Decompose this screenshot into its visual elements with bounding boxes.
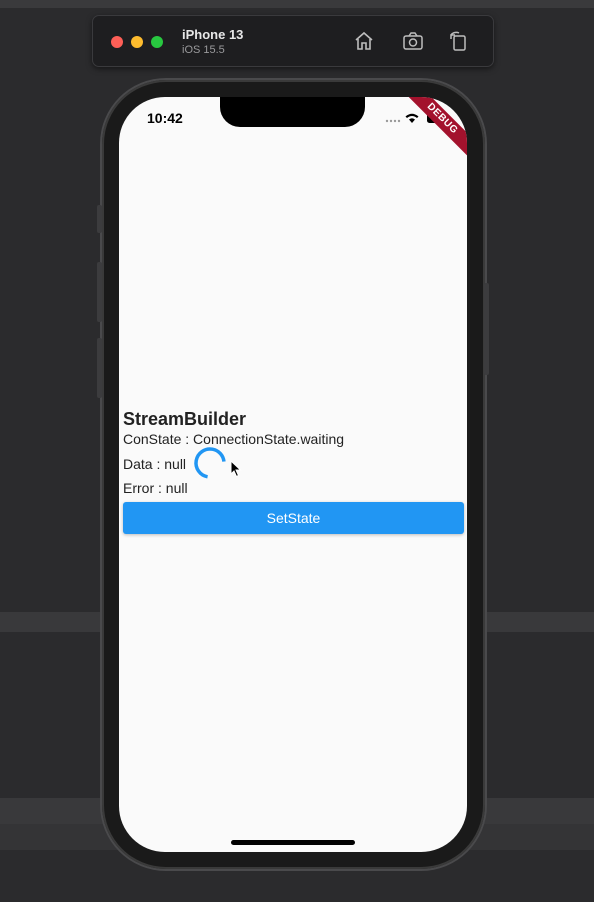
volume-up-button xyxy=(97,262,102,322)
stream-builder-content: StreamBuilder ConState : ConnectionState… xyxy=(123,408,464,534)
connection-state-text: ConState : ConnectionState.waiting xyxy=(123,431,345,447)
close-window-button[interactable] xyxy=(111,36,123,48)
error-text: Error : null xyxy=(123,480,188,496)
home-icon[interactable] xyxy=(353,30,375,52)
mouse-cursor-icon xyxy=(230,459,242,478)
data-text: Data : null xyxy=(123,456,187,472)
wifi-icon xyxy=(405,113,419,123)
device-name: iPhone 13 xyxy=(182,27,244,42)
screenshot-icon[interactable] xyxy=(402,30,424,52)
phone-screen: 10:42 DEBUG StreamBuilder ConState : Con… xyxy=(119,97,467,852)
ide-top-strip xyxy=(0,0,594,8)
cellular-dots-icon xyxy=(385,119,401,123)
setstate-button[interactable]: SetState xyxy=(123,502,464,534)
simulator-toolbar: iPhone 13 iOS 15.5 xyxy=(92,15,494,67)
zoom-window-button[interactable] xyxy=(151,36,163,48)
home-indicator xyxy=(231,840,355,845)
page-title: StreamBuilder xyxy=(123,409,247,429)
mute-switch xyxy=(97,205,102,233)
loading-spinner-icon xyxy=(193,446,226,479)
minimize-window-button[interactable] xyxy=(131,36,143,48)
rotate-icon[interactable] xyxy=(448,30,470,52)
volume-down-button xyxy=(97,338,102,398)
power-button xyxy=(484,283,489,375)
device-os-version: iOS 15.5 xyxy=(182,44,225,56)
status-time: 10:42 xyxy=(147,110,183,126)
notch xyxy=(220,97,365,127)
